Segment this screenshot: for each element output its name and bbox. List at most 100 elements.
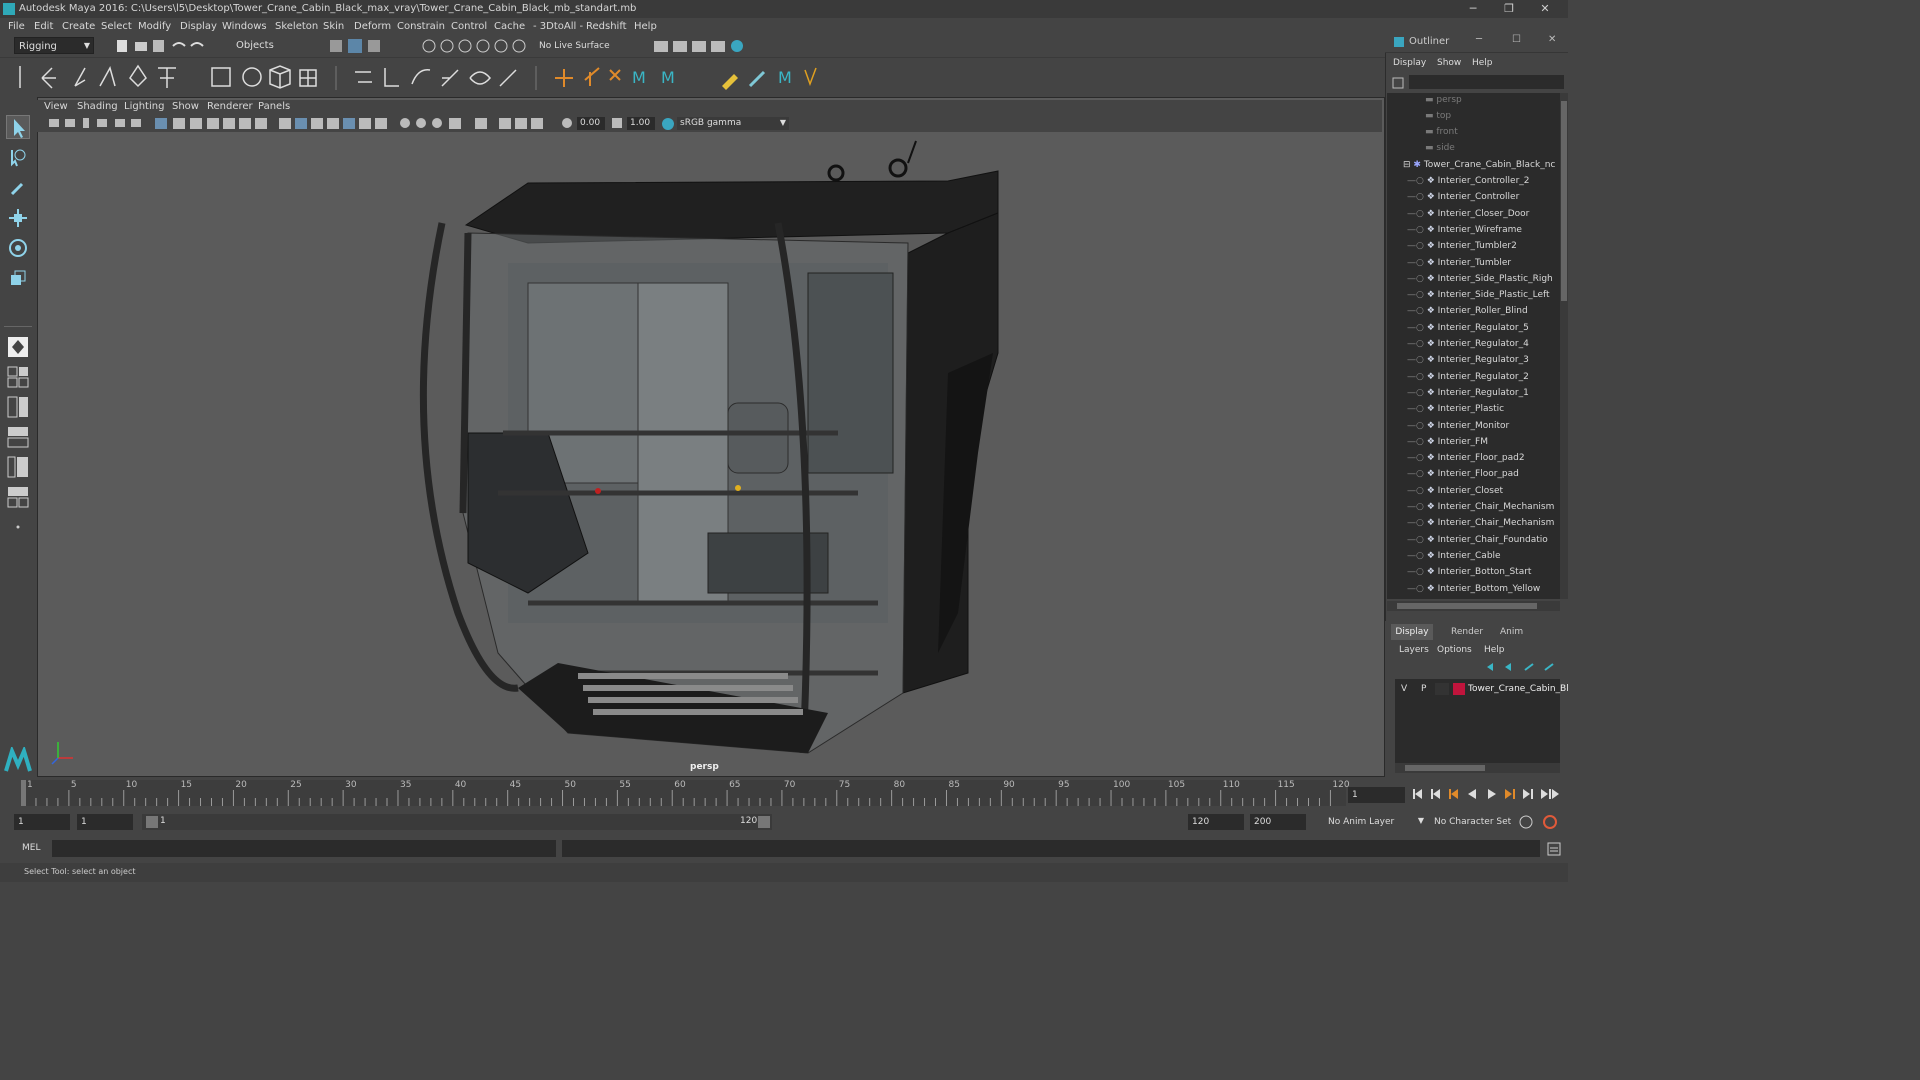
playback-end-field[interactable]: 120 [1188, 814, 1244, 830]
layer-color-swatch[interactable] [1453, 683, 1465, 695]
gamma-field[interactable]: 1.00 [627, 117, 655, 130]
range-start-handle[interactable] [146, 816, 158, 828]
outliner-item-mesh[interactable]: —○ ❖ Interier_Botton_Start [1407, 567, 1531, 583]
color-management-icon[interactable] [661, 117, 675, 130]
viewport-persp[interactable] [37, 97, 1385, 777]
outliner-item-mesh[interactable]: —○ ❖ Interier_Wireframe [1407, 225, 1522, 241]
view-transform-dropdown[interactable]: sRGB gamma ▼ [677, 117, 789, 130]
vp-menu-view[interactable]: View [44, 101, 68, 112]
outliner-persp-button[interactable] [6, 455, 30, 479]
outliner-item-mesh[interactable]: —○ ❖ Interier_Plastic [1407, 404, 1504, 420]
rotate-tool-button[interactable] [6, 236, 30, 260]
side-by-side-button[interactable] [6, 395, 30, 419]
menu-display[interactable]: Display [180, 21, 217, 32]
graph-persp-button[interactable] [6, 485, 30, 509]
outliner-maximize-button[interactable]: ☐ [1512, 34, 1521, 45]
tab-anim[interactable]: Anim [1500, 627, 1523, 637]
menu-cache[interactable]: Cache [494, 21, 525, 32]
layer-name[interactable]: Tower_Crane_Cabin_Bl [1468, 684, 1569, 694]
viewport-toolbar-icons[interactable] [45, 116, 575, 131]
layers-menu-layers[interactable]: Layers [1399, 645, 1429, 655]
menu-file[interactable]: File [8, 21, 25, 32]
scale-tool-button[interactable] [6, 266, 30, 290]
outliner-menu-display[interactable]: Display [1393, 58, 1426, 68]
outliner-item-mesh[interactable]: —○ ❖ Interier_Regulator_1 [1407, 388, 1529, 404]
outliner-item-mesh[interactable]: —○ ❖ Interier_FM [1407, 437, 1488, 453]
outliner-menu-show[interactable]: Show [1437, 58, 1461, 68]
collapse-icon[interactable]: ⊟ [1403, 160, 1413, 170]
outliner-item-front[interactable]: ▬ front [1425, 127, 1458, 143]
outliner-item-mesh[interactable]: —○ ❖ Interier_Chair_Mechanism [1407, 518, 1554, 534]
minimize-button[interactable]: ─ [1465, 2, 1481, 16]
outliner-item-mesh[interactable]: —○ ❖ Interier_Tumbler [1407, 258, 1511, 274]
script-editor-icon[interactable] [1546, 841, 1562, 857]
range-end-handle[interactable] [758, 816, 770, 828]
layer-action-icons[interactable] [1485, 661, 1560, 673]
outliner-item-mesh[interactable]: —○ ❖ Interier_Side_Plastic_Left [1407, 290, 1550, 306]
command-language-label[interactable]: MEL [22, 843, 40, 853]
outliner-item-mesh[interactable]: —○ ❖ Interier_Regulator_4 [1407, 339, 1529, 355]
outliner-search-input[interactable] [1409, 75, 1564, 89]
outliner-item-persp[interactable]: ▬ persp [1425, 95, 1462, 111]
vp-menu-show[interactable]: Show [172, 101, 199, 112]
outliner-item-mesh[interactable]: —○ ❖ Interier_Closer_Door [1407, 209, 1529, 225]
command-input[interactable] [52, 840, 556, 857]
file-toolbar-icons[interactable] [113, 38, 213, 54]
close-button[interactable]: ✕ [1537, 2, 1553, 16]
anim-layer-dropdown[interactable]: No Anim Layer ▼ [1324, 814, 1426, 830]
outliner-item-mesh[interactable]: —○ ❖ Interier_Cable [1407, 551, 1501, 567]
menu-skeleton[interactable]: Skeleton [275, 21, 318, 32]
outliner-item-mesh[interactable]: —○ ❖ Interier_Bottom_Yellow [1407, 584, 1540, 600]
menu-control[interactable]: Control [451, 21, 487, 32]
tab-render[interactable]: Render [1451, 627, 1483, 637]
current-time-marker[interactable] [21, 780, 26, 806]
paint-select-button[interactable] [6, 176, 30, 200]
outliner-item-mesh[interactable]: —○ ❖ Interier_Chair_Mechanism [1407, 502, 1554, 518]
single-pane-button[interactable] [6, 335, 30, 359]
scene-start-field[interactable]: 1 [14, 814, 70, 830]
scrollbar-thumb[interactable] [1397, 603, 1537, 609]
outliner-menu-help[interactable]: Help [1472, 58, 1493, 68]
menu-constrain[interactable]: Constrain [397, 21, 445, 32]
playback-start-field[interactable]: 1 [77, 814, 133, 830]
outliner-item-mesh[interactable]: —○ ❖ Interier_Tumbler2 [1407, 241, 1517, 257]
vp-menu-renderer[interactable]: Renderer [207, 101, 253, 112]
outliner-horizontal-scrollbar[interactable] [1387, 601, 1560, 611]
menu-3dtoall[interactable]: - 3DtoAll - [533, 21, 583, 32]
menu-select[interactable]: Select [101, 21, 132, 32]
exposure-field[interactable]: 0.00 [577, 117, 605, 130]
layers-menu-options[interactable]: Options [1437, 645, 1472, 655]
outliner-item-mesh[interactable]: —○ ❖ Interier_Regulator_3 [1407, 355, 1529, 371]
menu-redshift[interactable]: Redshift [586, 21, 627, 32]
outliner-vertical-scrollbar[interactable] [1560, 93, 1568, 599]
refresh-icon[interactable] [1391, 76, 1405, 90]
outliner-item-mesh[interactable]: —○ ❖ Interier_Floor_pad2 [1407, 453, 1525, 469]
menu-set-dropdown[interactable]: Rigging ▼ [14, 37, 94, 54]
scene-end-field[interactable]: 200 [1250, 814, 1306, 830]
outliner-item-mesh[interactable]: —○ ❖ Interier_Side_Plastic_Righ [1407, 274, 1553, 290]
selection-mode-dropdown[interactable]: Objects [232, 37, 312, 54]
playback-controls[interactable] [1410, 786, 1565, 802]
vp-menu-panels[interactable]: Panels [258, 101, 290, 112]
current-frame-field[interactable]: 1 [1348, 787, 1405, 803]
outliner-item-top[interactable]: ▬ top [1425, 111, 1451, 127]
shelf-icons[interactable]: M M M [0, 58, 830, 98]
menu-windows[interactable]: Windows [222, 21, 267, 32]
live-surface-label[interactable]: No Live Surface [539, 41, 610, 51]
select-tool-button[interactable] [6, 115, 30, 139]
four-pane-button[interactable] [6, 365, 30, 389]
menu-help[interactable]: Help [634, 21, 657, 32]
layer-type-toggle[interactable] [1435, 683, 1449, 695]
tab-display[interactable]: Display [1391, 624, 1433, 640]
scrollbar-thumb[interactable] [1561, 101, 1567, 301]
auto-key-icons[interactable] [1518, 814, 1558, 830]
layer-row[interactable]: V P Tower_Crane_Cabin_Bl [1395, 681, 1569, 697]
layer-list[interactable]: V P Tower_Crane_Cabin_Bl [1395, 679, 1569, 763]
outliner-item-mesh[interactable]: —○ ❖ Interier_Regulator_5 [1407, 323, 1529, 339]
range-slider-track[interactable]: 1 120 [142, 814, 772, 830]
layer-visibility-toggle[interactable]: V [1401, 684, 1407, 694]
layers-menu-help[interactable]: Help [1484, 645, 1505, 655]
outliner-tree[interactable]: ▬ persp ▬ top ▬ front ▬ side ⊟ ✱ Tower_C… [1387, 93, 1560, 599]
lasso-tool-button[interactable] [6, 146, 30, 170]
toolbox-more-button[interactable] [6, 515, 30, 539]
